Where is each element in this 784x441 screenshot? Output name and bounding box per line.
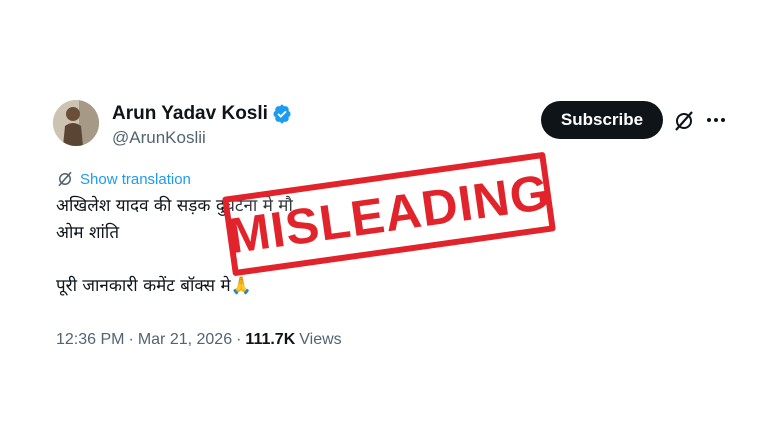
views-label: Views <box>299 331 342 348</box>
more-icon[interactable] <box>704 109 728 131</box>
tweet-date[interactable]: Mar 21, 2026 <box>138 331 232 349</box>
views-count: 111.7K <box>245 331 296 348</box>
meta-separator: · <box>236 331 242 348</box>
show-translation-label: Show translation <box>80 170 191 188</box>
display-name[interactable]: Arun Yadav Kosli <box>112 103 268 125</box>
tweet-line: पूरी जानकारी कमेंट बॉक्स मे🙏 <box>56 276 252 296</box>
grok-icon[interactable] <box>672 109 696 133</box>
meta-separator: · <box>128 331 134 348</box>
author-handle[interactable]: @ArunKoslii <box>112 128 206 148</box>
tweet-card: Arun Yadav Kosli @ArunKoslii Subscribe S… <box>0 0 784 441</box>
avatar-image <box>53 100 99 146</box>
tweet-meta: 12:36 PM · Mar 21, 2026 · 111.7K Views <box>56 331 342 349</box>
show-translation-link[interactable]: Show translation <box>56 170 191 188</box>
author-name-row: Arun Yadav Kosli <box>112 103 292 125</box>
tweet-time[interactable]: 12:36 PM <box>56 331 124 349</box>
translate-icon <box>56 170 74 188</box>
avatar[interactable] <box>53 100 99 146</box>
verified-badge-icon <box>272 104 292 124</box>
subscribe-button[interactable]: Subscribe <box>541 101 663 139</box>
